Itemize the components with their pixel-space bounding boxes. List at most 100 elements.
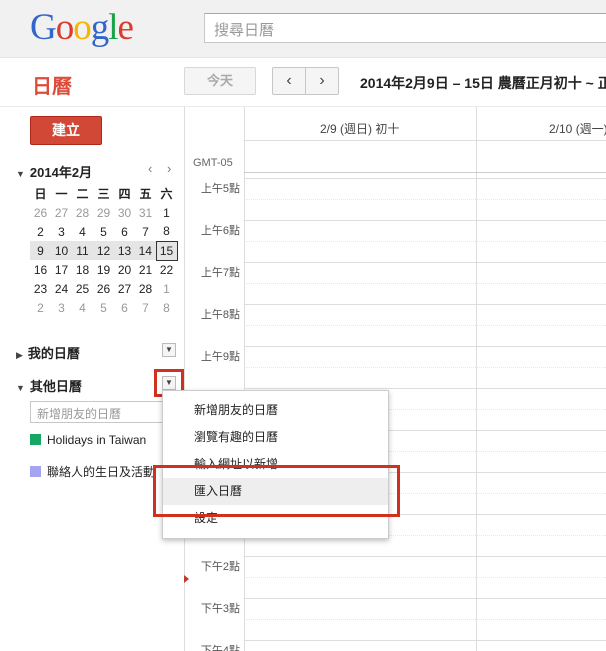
calendar-item-label: 聯絡人的生日及活動 bbox=[47, 465, 156, 479]
hour-line[interactable] bbox=[244, 346, 606, 347]
mini-day[interactable]: 28 bbox=[72, 203, 93, 222]
add-friend-calendar-input[interactable]: 新增朋友的日曆 bbox=[30, 401, 166, 423]
app-title: 日曆 bbox=[32, 76, 72, 98]
prev-week-button[interactable]: ‹ bbox=[272, 67, 306, 95]
half-hour-line[interactable] bbox=[244, 199, 606, 200]
mini-day[interactable]: 22 bbox=[156, 260, 177, 279]
all-day-row[interactable] bbox=[244, 140, 606, 173]
timezone-label: GMT-05 bbox=[193, 157, 233, 169]
mini-day[interactable]: 11 bbox=[72, 241, 93, 260]
hour-line[interactable] bbox=[244, 178, 606, 179]
half-hour-line[interactable] bbox=[244, 577, 606, 578]
mini-day[interactable]: 1 bbox=[156, 279, 177, 298]
calendar-item-holidays[interactable]: Holidays in Taiwan bbox=[30, 433, 146, 447]
mini-day[interactable]: 1 bbox=[156, 203, 177, 222]
mini-day[interactable]: 16 bbox=[30, 260, 51, 279]
mini-day[interactable]: 30 bbox=[114, 203, 135, 222]
hour-line[interactable] bbox=[244, 388, 606, 389]
other-calendars-label: 其他日曆 bbox=[29, 379, 82, 394]
mini-day[interactable]: 27 bbox=[114, 279, 135, 298]
chevron-left-icon: ‹ bbox=[286, 72, 292, 89]
next-week-button[interactable]: › bbox=[305, 67, 339, 95]
mini-day[interactable]: 20 bbox=[114, 260, 135, 279]
calendar-item-birthdays[interactable]: 聯絡人的生日及活動 bbox=[30, 463, 155, 480]
time-column-divider bbox=[244, 107, 245, 651]
mini-week-row: 23 24 25 26 27 28 1 bbox=[30, 279, 177, 298]
half-hour-line[interactable] bbox=[244, 241, 606, 242]
hour-line[interactable] bbox=[244, 262, 606, 263]
menu-item-browse[interactable]: 瀏覽有趣的日曆 bbox=[163, 424, 388, 451]
hour-line[interactable] bbox=[244, 556, 606, 557]
mini-day[interactable]: 13 bbox=[114, 241, 135, 260]
mini-day[interactable]: 7 bbox=[135, 298, 156, 317]
mini-day[interactable]: 2 bbox=[30, 298, 51, 317]
mini-day[interactable]: 4 bbox=[72, 298, 93, 317]
other-calendars-header[interactable]: ▼ 其他日曆 bbox=[16, 376, 82, 395]
week-grid bbox=[184, 107, 606, 651]
mini-day[interactable]: 26 bbox=[93, 279, 114, 298]
mini-day[interactable]: 2 bbox=[30, 222, 51, 241]
mini-day[interactable]: 5 bbox=[93, 222, 114, 241]
menu-item-add-friend[interactable]: 新增朋友的日曆 bbox=[163, 397, 388, 424]
mini-day[interactable]: 3 bbox=[51, 298, 72, 317]
collapse-triangle-icon: ▼ bbox=[16, 169, 25, 179]
day-header-sun[interactable]: 2/9 (週日) 初十 bbox=[320, 120, 399, 137]
half-hour-line[interactable] bbox=[244, 367, 606, 368]
weekday-header-row: 日 一 二 三 四 五 六 bbox=[30, 184, 177, 203]
weekday-label: 一 bbox=[55, 187, 68, 201]
google-logo[interactable]: Google bbox=[30, 8, 134, 48]
my-calendars-label: 我的日曆 bbox=[27, 346, 80, 361]
mini-day[interactable]: 24 bbox=[51, 279, 72, 298]
mini-day[interactable]: 7 bbox=[135, 222, 156, 241]
mini-day[interactable]: 10 bbox=[51, 241, 72, 260]
mini-day[interactable]: 25 bbox=[72, 279, 93, 298]
mini-day[interactable]: 31 bbox=[135, 203, 156, 222]
mini-day[interactable]: 4 bbox=[72, 222, 93, 241]
mini-day[interactable]: 5 bbox=[93, 298, 114, 317]
mini-day[interactable]: 8 bbox=[156, 222, 177, 241]
day-column-divider bbox=[476, 107, 477, 651]
weekday-label: 二 bbox=[76, 187, 89, 201]
mini-day[interactable]: 14 bbox=[135, 241, 156, 260]
mini-day[interactable]: 27 bbox=[51, 203, 72, 222]
mini-calendar: 日 一 二 三 四 五 六 26 27 28 29 30 31 1 2 3 4 … bbox=[30, 184, 178, 317]
create-button[interactable]: 建立 bbox=[30, 116, 102, 145]
hour-label: 上午6點 bbox=[200, 225, 240, 237]
hour-line[interactable] bbox=[244, 304, 606, 305]
mini-day[interactable]: 18 bbox=[72, 260, 93, 279]
hour-line[interactable] bbox=[244, 220, 606, 221]
hour-label: 上午5點 bbox=[200, 183, 240, 195]
hour-line[interactable] bbox=[244, 598, 606, 599]
mini-prev-month-button[interactable]: ‹ bbox=[148, 161, 152, 176]
half-hour-line[interactable] bbox=[244, 325, 606, 326]
hour-line[interactable] bbox=[244, 640, 606, 641]
my-calendars-dropdown-icon[interactable]: ▼ bbox=[162, 343, 176, 357]
mini-day[interactable]: 8 bbox=[156, 298, 177, 317]
mini-calendar-month: 2014年2月 bbox=[29, 165, 93, 180]
top-bar: Google 搜尋日曆 bbox=[0, 0, 606, 58]
day-header-mon[interactable]: 2/10 (週一) 十一 bbox=[549, 120, 606, 137]
calendar-item-label: Holidays in Taiwan bbox=[47, 433, 147, 447]
mini-day[interactable]: 29 bbox=[93, 203, 114, 222]
mini-next-month-button[interactable]: › bbox=[167, 161, 171, 176]
mini-day[interactable]: 17 bbox=[51, 260, 72, 279]
mini-day[interactable]: 9 bbox=[30, 241, 51, 260]
mini-day[interactable]: 23 bbox=[30, 279, 51, 298]
mini-day[interactable]: 6 bbox=[114, 222, 135, 241]
mini-day[interactable]: 3 bbox=[51, 222, 72, 241]
half-hour-line[interactable] bbox=[244, 619, 606, 620]
hour-label: 下午2點 bbox=[200, 561, 240, 573]
mini-day[interactable]: 21 bbox=[135, 260, 156, 279]
today-button[interactable]: 今天 bbox=[184, 67, 256, 95]
mini-calendar-title[interactable]: ▼ 2014年2月 bbox=[16, 162, 92, 181]
mini-day[interactable]: 26 bbox=[30, 203, 51, 222]
search-input[interactable]: 搜尋日曆 bbox=[204, 13, 606, 43]
my-calendars-header[interactable]: ▶ 我的日曆 bbox=[16, 343, 80, 362]
mini-day[interactable]: 28 bbox=[135, 279, 156, 298]
half-hour-line[interactable] bbox=[244, 283, 606, 284]
mini-day[interactable]: 19 bbox=[93, 260, 114, 279]
date-range-label: 2014年2月9日 – 15日 農曆正月初十 ~ 正 bbox=[360, 75, 606, 91]
mini-day[interactable]: 6 bbox=[114, 298, 135, 317]
mini-day[interactable]: 12 bbox=[93, 241, 114, 260]
mini-day-today[interactable]: 15 bbox=[155, 240, 178, 261]
